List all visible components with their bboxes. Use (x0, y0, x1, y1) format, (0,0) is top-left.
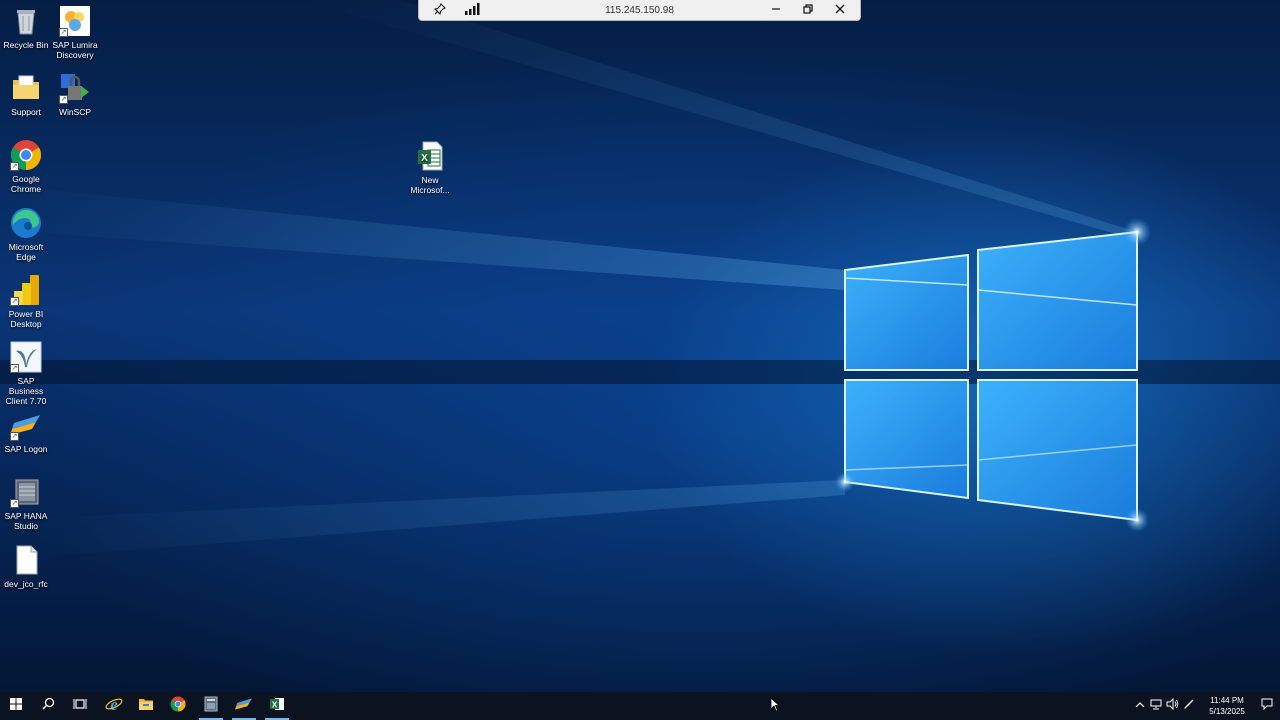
desktop-icon-powerbi[interactable]: ↗ Power BI Desktop (0, 274, 52, 329)
text-file-icon (10, 544, 42, 576)
network-button[interactable] (1149, 699, 1163, 713)
desktop-icon-label: WinSCP (58, 107, 92, 117)
desktop-icon-label: Support (11, 107, 41, 117)
desktop-icon-sap-lumira[interactable]: ↗ SAP Lumira Discovery (49, 5, 101, 60)
desktop-icon-dev-jco-rfc[interactable]: dev_jco_rfc (0, 544, 52, 589)
sap-hana-studio-icon: ↗ (10, 476, 42, 508)
sap-logon-icon (235, 697, 253, 716)
search-icon (41, 697, 55, 715)
chrome-icon (170, 696, 186, 717)
excel-icon: X (269, 696, 285, 717)
action-center-button[interactable] (1260, 697, 1274, 715)
shortcut-arrow-icon: ↗ (10, 364, 19, 373)
app-window-icon (203, 696, 219, 717)
desktop-icon-label: Power BI Desktop (8, 309, 44, 329)
desktop-icon-label: SAP Logon (4, 444, 48, 454)
remote-desktop-connection-bar: 115.245.150.98 (418, 0, 861, 21)
shortcut-arrow-icon: ↗ (10, 499, 19, 508)
taskbar-chrome[interactable] (162, 692, 194, 720)
sap-business-client-icon: ↗ (10, 341, 42, 373)
edge-icon (10, 207, 42, 239)
pen-icon (1183, 697, 1195, 715)
taskbar-app-window[interactable] (195, 692, 227, 720)
search-button[interactable] (32, 692, 64, 720)
internet-explorer-icon: e (105, 695, 123, 718)
task-view-icon (73, 697, 87, 715)
chrome-icon: ↗ (10, 139, 42, 171)
volume-button[interactable] (1165, 697, 1179, 715)
desktop-icon-chrome[interactable]: ↗ Google Chrome (0, 139, 52, 194)
shortcut-arrow-icon: ↗ (10, 432, 19, 441)
desktop-icon-label: Google Chrome (10, 174, 42, 194)
shortcut-arrow-icon: ↗ (59, 28, 68, 37)
windows-logo-wallpaper (0, 0, 1280, 560)
svg-text:X: X (421, 153, 428, 164)
desktop-icon-recycle-bin[interactable]: Recycle Bin (0, 5, 52, 50)
minimize-button[interactable] (763, 0, 789, 21)
desktop-icon-label: SAP Lumira Discovery (52, 40, 98, 60)
svg-text:X: X (272, 700, 278, 709)
folder-icon (10, 72, 42, 104)
winscp-icon: ↗ (59, 72, 91, 104)
desktop-icon-label: New Microsof... (410, 175, 450, 195)
desktop-wallpaper (0, 0, 1280, 692)
taskbar-internet-explorer[interactable]: e (98, 692, 130, 720)
remote-host-address: 115.245.150.98 (605, 5, 674, 16)
shortcut-arrow-icon: ↗ (10, 162, 19, 171)
close-icon (835, 4, 845, 17)
desktop-icon-support[interactable]: Support (0, 72, 52, 117)
file-explorer-icon (138, 697, 154, 716)
taskbar-file-explorer[interactable] (130, 692, 162, 720)
sap-lumira-icon: ↗ (59, 5, 91, 37)
desktop-icon-sap-hana-studio[interactable]: ↗ SAP HANA Studio (0, 476, 52, 531)
chevron-up-icon (1135, 697, 1145, 715)
task-view-button[interactable] (64, 692, 96, 720)
clock[interactable]: 11:44 PM 5/13/2025 (1202, 695, 1252, 717)
excel-file-icon: X (414, 140, 446, 172)
recycle-bin-icon (10, 5, 42, 37)
mouse-cursor (770, 697, 781, 717)
restore-button[interactable] (795, 0, 821, 21)
desktop-icon-label: dev_jco_rfc (4, 579, 48, 589)
desktop-icon-new-excel[interactable]: X New Microsof... (404, 140, 456, 195)
desktop-icon-label: Recycle Bin (3, 40, 49, 50)
clock-date: 5/13/2025 (1209, 707, 1245, 716)
taskbar-excel[interactable]: X (261, 692, 293, 720)
system-tray: 11:44 PM 5/13/2025 (1130, 692, 1280, 720)
desktop-icon-sap-business-client[interactable]: ↗ SAP Business Client 7.70 (0, 341, 52, 406)
svg-text:e: e (110, 695, 118, 713)
network-icon (1150, 697, 1162, 715)
taskbar: e X 11:44 PM 5/13/2025 (0, 692, 1280, 720)
desktop-icon-winscp[interactable]: ↗ WinSCP (49, 72, 101, 117)
desktop-icon-label: Microsoft Edge (8, 242, 44, 262)
shortcut-arrow-icon: ↗ (59, 95, 68, 104)
desktop-icon-sap-logon[interactable]: ↗ SAP Logon (0, 409, 52, 454)
desktop-icon-label: SAP Business Client 7.70 (5, 376, 47, 406)
pen-settings-button[interactable] (1182, 699, 1196, 713)
minimize-icon (771, 4, 781, 17)
show-hidden-icons-button[interactable] (1133, 699, 1147, 713)
sap-logon-icon: ↗ (10, 409, 42, 441)
speaker-icon (1166, 697, 1179, 715)
windows-start-icon (10, 697, 22, 715)
powerbi-icon: ↗ (10, 274, 42, 306)
desktop-icon-edge[interactable]: Microsoft Edge (0, 207, 52, 262)
restore-icon (803, 4, 813, 17)
close-button[interactable] (827, 0, 853, 21)
taskbar-sap-logon[interactable] (228, 692, 260, 720)
desktop-icon-label: SAP HANA Studio (4, 511, 48, 531)
clock-time: 11:44 PM (1210, 696, 1244, 705)
start-button[interactable] (0, 692, 32, 720)
shortcut-arrow-icon: ↗ (10, 297, 19, 306)
notification-icon (1261, 697, 1273, 715)
